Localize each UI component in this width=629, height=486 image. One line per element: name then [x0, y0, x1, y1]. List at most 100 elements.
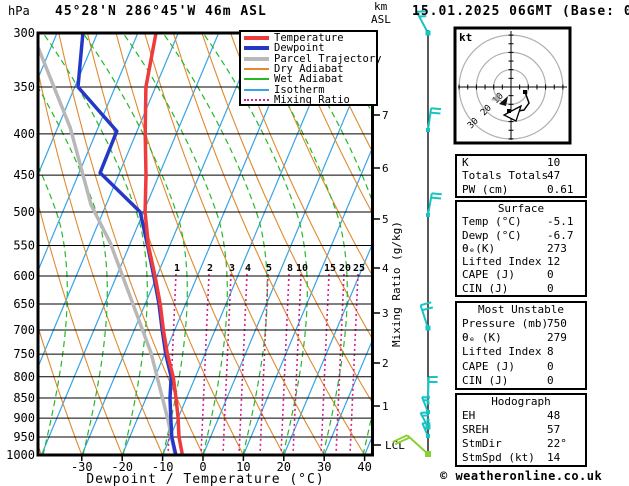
- table-row-value: 47: [547, 169, 560, 182]
- table-row-label: Lifted Index: [462, 255, 541, 268]
- wind-level-marker: [426, 425, 431, 430]
- mixing-ratio-line: [201, 274, 209, 455]
- table-row-value: 22°: [547, 437, 567, 451]
- table-row-label: EH: [462, 409, 475, 422]
- table-row-label: CAPE (J): [462, 360, 515, 373]
- altitude-tick-label: 5: [382, 213, 389, 226]
- table-row-value: 273: [547, 242, 567, 255]
- skewt-sounding-app: 1234581015202530035040045050055060065070…: [0, 0, 629, 486]
- table-row-value: 57: [547, 423, 560, 437]
- table-row: EH 48: [457, 409, 585, 423]
- table-row: Lifted Index8: [457, 345, 585, 359]
- altitude-tick-label: 2: [382, 357, 389, 370]
- table-row: StmSpd (kt)14: [457, 451, 585, 465]
- mixing-ratio-line: [281, 274, 289, 455]
- copyright-footer: © weatheronline.co.uk: [440, 469, 602, 483]
- wind-level-marker: [426, 326, 431, 331]
- wet-adiabat-line: [363, 33, 467, 455]
- table-row-value: 48: [547, 409, 560, 423]
- table-row-value: 0: [547, 282, 554, 295]
- stats-table-indices: K10Totals Totals47PW (cm)0.61: [455, 154, 587, 198]
- barb-feather: [422, 307, 433, 310]
- table-row: Dewp (°C)-6.7: [457, 229, 585, 242]
- wind-level-marker: [426, 213, 430, 217]
- table-row: Pressure (mb)750: [457, 317, 585, 331]
- table-row-value: 279: [547, 331, 567, 345]
- barb-staff: [407, 435, 428, 454]
- table-row: CAPE (J)0: [457, 268, 585, 281]
- table-row-value: 0: [547, 268, 554, 281]
- legend: TemperatureDewpointParcel TrajectoryDry …: [239, 30, 378, 106]
- table-row-label: K: [462, 156, 469, 169]
- pressure-tick-label: 700: [13, 323, 35, 337]
- station-title: 45°28'N 286°45'W 46m ASL: [55, 4, 267, 19]
- table-row-label: Lifted Index: [462, 345, 541, 358]
- legend-swatch-temperature: [244, 36, 269, 40]
- pressure-tick-label: 300: [13, 26, 35, 40]
- table-row-label: PW (cm): [462, 183, 508, 196]
- datetime-title: 15.01.2025 06GMT (Base: 06): [412, 4, 629, 19]
- barb-staff: [428, 377, 429, 397]
- altitude-tick-label: 6: [382, 162, 389, 175]
- table-row-label: SREH: [462, 423, 489, 436]
- sounding-curves: [38, 33, 182, 455]
- legend-label: Mixing Ratio: [274, 94, 350, 106]
- barb-feather: [431, 108, 441, 109]
- mixing-ratio-value-label: 2: [207, 263, 213, 274]
- table-row: Temp (°C)-5.1: [457, 215, 585, 228]
- table-row: CIN (J)0: [457, 374, 585, 388]
- mixing-ratio-value-label: 8: [287, 263, 293, 274]
- wind-level-marker: [426, 128, 430, 132]
- hodograph-point-marker: [507, 109, 511, 113]
- altitude-tick-label: 4: [382, 262, 389, 275]
- barb-feather: [421, 302, 432, 305]
- stats-table-most-unstable: Most UnstablePressure (mb)750θₑ (K)279Li…: [455, 301, 587, 390]
- isotherm-line: [41, 33, 218, 455]
- pressure-tick-label: 800: [13, 370, 35, 384]
- table-row-value: 12: [547, 255, 560, 268]
- table-row: K10: [457, 156, 585, 169]
- altitude-axis-unit: km: [374, 1, 387, 13]
- wind-barb: [421, 302, 433, 328]
- table-section-title: Surface: [457, 202, 585, 215]
- table-section-title: Most Unstable: [457, 303, 585, 317]
- table-row-value: 0: [547, 374, 554, 388]
- mixing-ratio-value-label: 3: [229, 263, 235, 274]
- mixing-ratio-value-label: 1: [174, 263, 180, 274]
- pressure-axis-unit: hPa: [8, 4, 30, 18]
- wind-level-marker: [427, 402, 430, 405]
- altitude-axis-ref: ASL: [371, 14, 391, 26]
- wind-level-marker: [427, 396, 430, 399]
- table-row: PW (cm) 0.61: [457, 183, 585, 196]
- mixing-ratio-value-label: 25: [353, 263, 365, 274]
- table-row: θₑ(K) 273: [457, 242, 585, 255]
- legend-swatch-dry_adiabat: [244, 68, 269, 70]
- table-row-label: Totals Totals: [462, 169, 548, 182]
- legend-row: Mixing Ratio: [244, 95, 376, 105]
- wind-level-marker: [427, 419, 430, 422]
- mixing-ratio-value-label: 10: [296, 263, 308, 274]
- wind-barb: [428, 108, 441, 130]
- table-row: SREH 57: [457, 423, 585, 437]
- table-row-value: 750: [547, 317, 567, 331]
- table-row: CIN (J) 0: [457, 282, 585, 295]
- table-row-label: StmSpd (kt): [462, 451, 535, 464]
- barb-feather: [432, 193, 442, 194]
- surface-level-marker: [425, 451, 431, 457]
- hodograph-point-marker: [523, 90, 527, 94]
- table-row: Totals Totals47: [457, 169, 585, 182]
- pressure-tick-label: 900: [13, 411, 35, 425]
- mixing-ratio-line: [336, 274, 344, 455]
- mixing-ratio-value-label: 5: [266, 263, 272, 274]
- pressure-tick-label: 350: [13, 80, 35, 94]
- pressure-tick-label: 750: [13, 347, 35, 361]
- dry-adiabat-line: [0, 33, 82, 455]
- table-row-label: CIN (J): [462, 282, 508, 295]
- altitude-tick-label: 3: [382, 307, 389, 320]
- pressure-tick-label: 450: [13, 168, 35, 182]
- legend-swatch-isotherm: [244, 89, 269, 91]
- table-row-label: θₑ(K): [462, 242, 495, 255]
- parcel-trajectory-curve: [38, 48, 175, 455]
- barb-feather: [431, 198, 441, 199]
- table-row-value: 0.61: [547, 183, 574, 196]
